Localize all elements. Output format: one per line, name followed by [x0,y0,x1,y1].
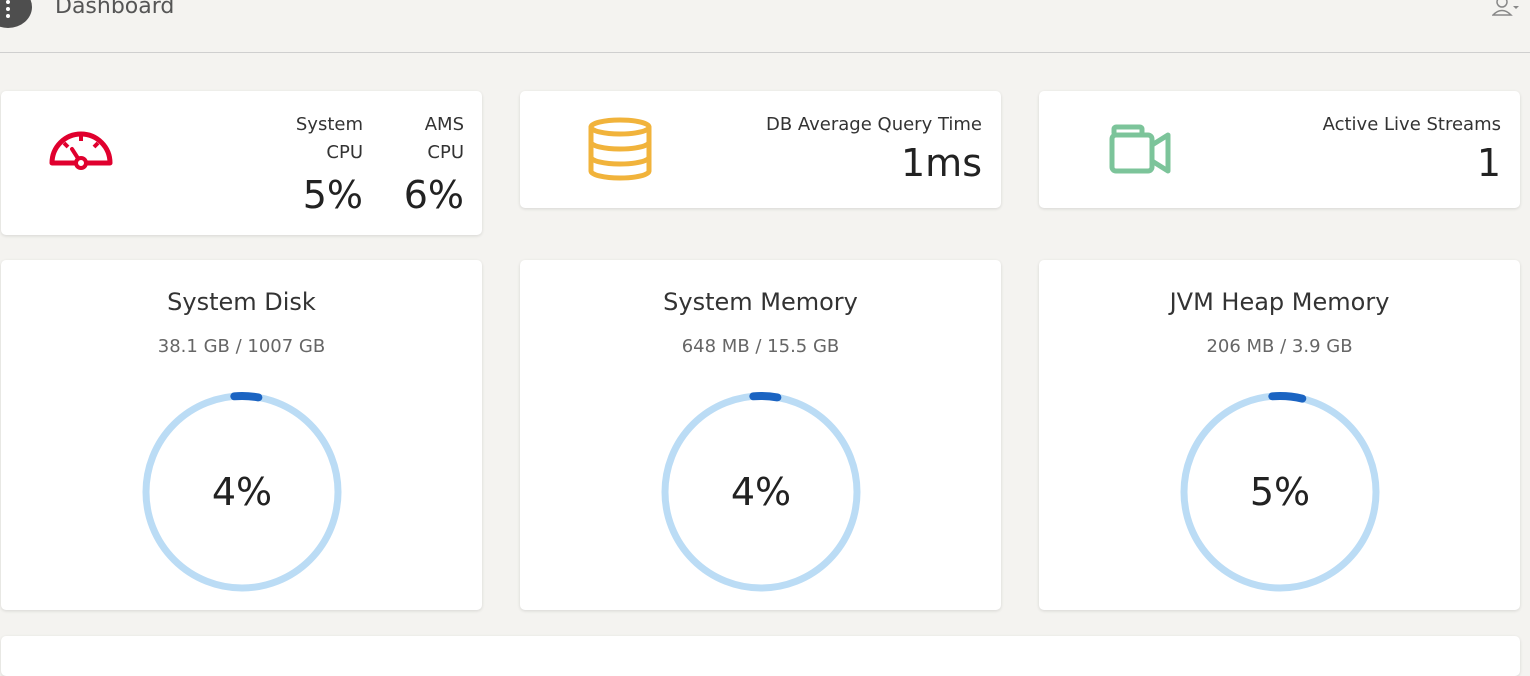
system-cpu-label-line2: CPU [326,142,363,163]
cpu-card: System CPU AMS CPU 5% 6% [1,91,482,235]
more-vertical-icon [6,0,10,21]
resource-usage: 38.1 GB / 1007 GB [157,336,326,357]
resource-title: System Memory [663,288,858,316]
resource-gauge: 5% [1178,390,1382,594]
gauge-percent: 4% [730,470,792,514]
live-streams-value: 1 [1476,141,1501,185]
user-menu-button[interactable] [1491,0,1520,20]
page-title: Dashboard [55,0,175,19]
jvm-heap-card: JVM Heap Memory 206 MB / 3.9 GB 5% [1039,260,1520,610]
resource-title: System Disk [167,288,316,316]
db-query-card: DB Average Query Time 1ms [520,91,1001,208]
resource-title: JVM Heap Memory [1169,288,1390,316]
resource-usage: 648 MB / 15.5 GB [681,336,840,357]
system-disk-card: System Disk 38.1 GB / 1007 GB 4% [1,260,482,610]
bottom-panel [1,636,1520,676]
video-camera-icon [1109,124,1171,174]
resource-gauge: 4% [659,390,863,594]
gauge-percent: 4% [211,470,273,514]
database-icon [588,117,652,181]
ams-cpu-label-line1: AMS [424,114,464,135]
system-memory-card: System Memory 648 MB / 15.5 GB 4% [520,260,1001,610]
db-query-value: 1ms [901,141,982,185]
system-cpu-label-line1: System [295,114,363,135]
system-cpu-label: System CPU [263,111,363,167]
user-dropdown-icon [1491,0,1519,16]
speedometer-icon [49,131,113,170]
top-bar: Dashboard [0,0,1530,53]
db-query-label: DB Average Query Time [765,114,982,135]
ams-cpu-label-line2: CPU [427,142,464,163]
resource-usage: 206 MB / 3.9 GB [1206,336,1353,357]
ams-cpu-value: 6% [403,173,464,217]
ams-cpu-label: AMS CPU [384,111,464,167]
resource-gauge: 4% [140,390,344,594]
live-streams-label: Active Live Streams [1322,114,1501,135]
live-streams-card: Active Live Streams 1 [1039,91,1520,208]
menu-button[interactable] [0,0,32,28]
system-cpu-value: 5% [302,173,363,217]
gauge-percent: 5% [1249,470,1311,514]
